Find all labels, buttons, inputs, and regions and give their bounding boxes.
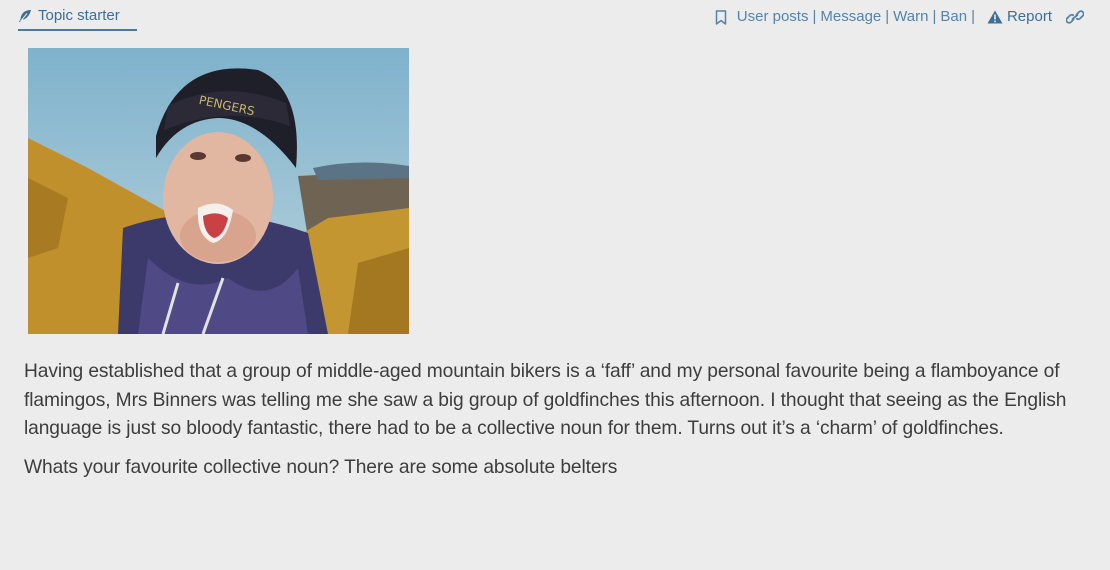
post-paragraph: Having established that a group of middl… xyxy=(24,361,1067,439)
separator: | xyxy=(812,8,817,25)
post-header: Topic starter User posts | Message | War… xyxy=(0,0,1110,34)
topic-starter-label: Topic starter xyxy=(38,7,120,24)
warn-link[interactable]: Warn xyxy=(893,7,928,27)
message-link[interactable]: Message xyxy=(820,7,881,27)
warning-icon[interactable] xyxy=(987,10,1003,24)
post-image: PENGERS xyxy=(28,48,409,334)
forum-post: Topic starter User posts | Message | War… xyxy=(0,0,1110,570)
post-actions: User posts | Message | Warn | Ban | Repo… xyxy=(715,7,1084,27)
report-link[interactable]: Report xyxy=(1007,7,1052,27)
post-body: Having established that a group of middl… xyxy=(24,358,1086,492)
link-icon[interactable] xyxy=(1066,10,1084,24)
bookmark-icon[interactable] xyxy=(715,9,727,25)
topic-starter-tab[interactable]: Topic starter xyxy=(18,6,137,31)
separator: | xyxy=(932,8,937,25)
user-posts-link[interactable]: User posts xyxy=(737,7,809,27)
feather-icon xyxy=(18,6,32,23)
separator: | xyxy=(885,8,890,25)
ban-link[interactable]: Ban xyxy=(940,7,967,27)
separator: | xyxy=(971,8,975,25)
post-paragraph: Whats your favourite collective noun? Th… xyxy=(24,456,618,478)
